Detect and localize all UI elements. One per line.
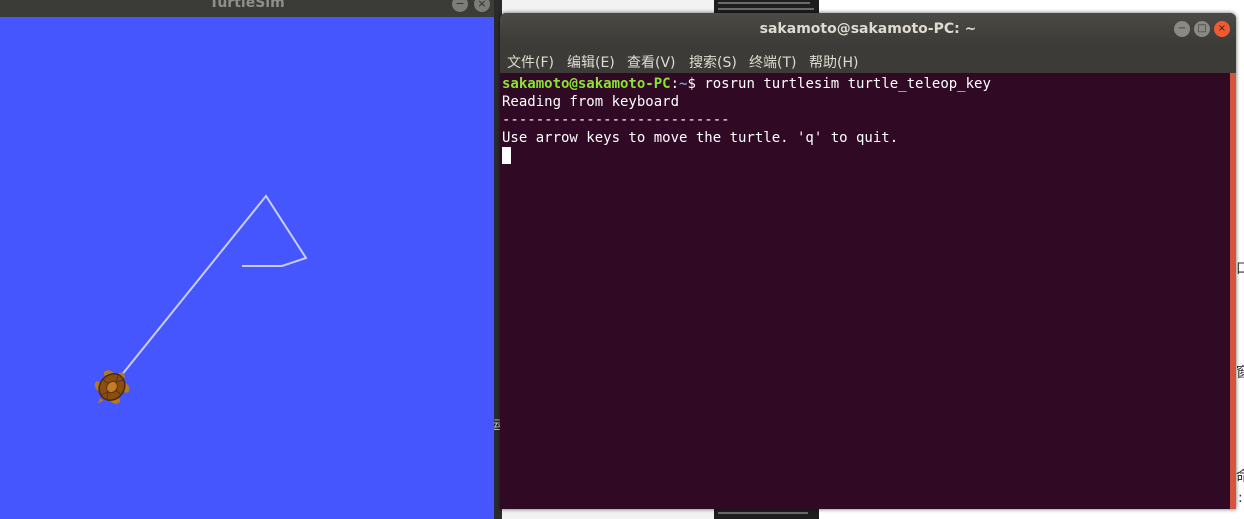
- turtle-icon: [94, 370, 130, 404]
- turtlesim-canvas: [94, 194, 308, 404]
- output-line: Reading from keyboard: [502, 94, 680, 110]
- turtle-trail: [111, 194, 308, 388]
- maximize-button[interactable]: □: [1194, 21, 1210, 37]
- background-text-fragment: 窗: [1236, 365, 1244, 381]
- terminal-window[interactable]: sakamoto@sakamoto-PC: ~ − □ × 文件(F) 编辑(E…: [500, 13, 1236, 509]
- prompt-symbol: $: [687, 76, 705, 92]
- turtlesim-window[interactable]: TurtleSim − ×: [0, 0, 494, 519]
- menu-file[interactable]: 文件(F): [507, 52, 554, 72]
- close-button[interactable]: ×: [1214, 21, 1230, 37]
- output-line: Use arrow keys to move the turtle. 'q' t…: [502, 130, 899, 146]
- prompt-user: sakamoto@sakamoto-PC: [502, 76, 671, 92]
- command-text: rosrun turtlesim turtle_teleop_key: [704, 76, 991, 92]
- background-text-fragment: 命: [1236, 469, 1244, 485]
- turtlesim-title: TurtleSim: [209, 0, 285, 11]
- prompt-separator: :: [670, 76, 680, 92]
- terminal-scrollbar[interactable]: [1230, 73, 1236, 509]
- menu-terminal[interactable]: 终端(T): [749, 52, 796, 72]
- terminal-output[interactable]: sakamoto@sakamoto-PC:~$ rosrun turtlesim…: [500, 73, 1230, 509]
- minimize-button[interactable]: −: [1174, 21, 1190, 37]
- terminal-titlebar[interactable]: sakamoto@sakamoto-PC: ~ − □ ×: [500, 13, 1236, 45]
- command-line: sakamoto@sakamoto-PC:~$ rosrun turtlesim…: [502, 75, 991, 93]
- background-text-fragment: 口: [1236, 261, 1244, 277]
- terminal-title: sakamoto@sakamoto-PC: ~: [759, 21, 977, 37]
- terminal-menubar: 文件(F) 编辑(E) 查看(V) 搜索(S) 终端(T) 帮助(H): [500, 45, 1236, 73]
- output-line: ---------------------------: [502, 112, 730, 128]
- menu-view[interactable]: 查看(V): [627, 52, 676, 72]
- text-cursor: [502, 147, 511, 164]
- menu-help[interactable]: 帮助(H): [809, 52, 858, 72]
- background-text-fragment: :: [1238, 490, 1243, 506]
- turtlesim-titlebar[interactable]: TurtleSim − ×: [0, 0, 494, 17]
- menu-edit[interactable]: 编辑(E): [567, 52, 615, 72]
- menu-search[interactable]: 搜索(S): [689, 52, 737, 72]
